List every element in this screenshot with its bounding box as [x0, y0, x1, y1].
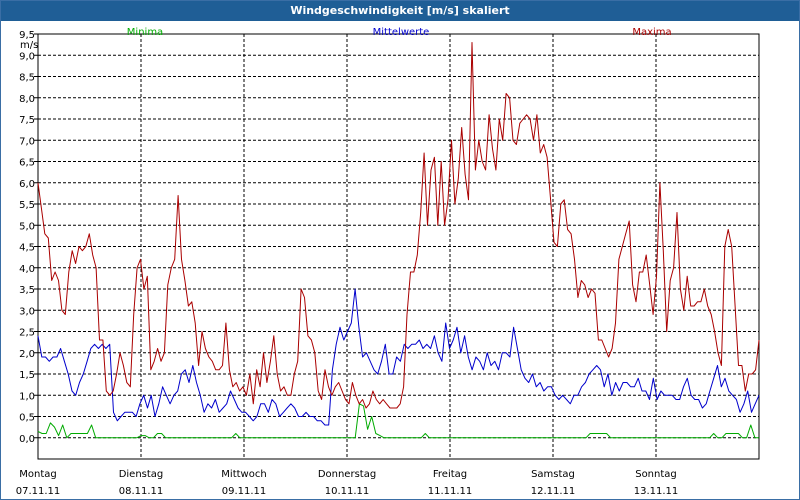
- y-tick-label: 6,5: [19, 158, 35, 169]
- y-tick-label: 2,0: [19, 349, 35, 360]
- x-tick-date: 07.11.11: [16, 486, 61, 497]
- y-tick-label: 6,0: [19, 179, 35, 190]
- y-tick-label: 2,5: [19, 328, 35, 339]
- x-tick-day: Mittwoch: [221, 469, 266, 480]
- x-tick-day: Freitag: [433, 469, 467, 480]
- y-tick-label: 3,5: [19, 285, 35, 296]
- series-line-mittelwerte: [37, 288, 760, 426]
- wind-speed-chart: 0,0 0,5 1,0 1,5 2,0 2,5 3,0 3,5 4,0 4,5 5,0 5,5 6,0 6…: [16, 27, 760, 497]
- x-tick-date: 12.11.11: [531, 486, 576, 497]
- series: [37, 42, 760, 439]
- legend-mittelwerte: Mittelwerte: [373, 27, 430, 38]
- x-tick-day: Dienstag: [119, 469, 164, 480]
- x-tick-date: 09.11.11: [222, 486, 267, 497]
- y-tick-label: 1,0: [19, 391, 35, 402]
- y-tick-label: 8,5: [19, 73, 35, 84]
- y-tick-label: 5,5: [19, 200, 35, 211]
- x-tick-date: 13.11.11: [634, 486, 679, 497]
- y-tick-label: 8,0: [19, 94, 35, 105]
- y-tick-label: 5,0: [19, 221, 35, 232]
- y-tick-label: 4,0: [19, 264, 35, 275]
- y-tick-label: 0,5: [19, 413, 35, 424]
- y-tick-label: 9,0: [19, 51, 35, 62]
- x-tick-day: Donnerstag: [318, 469, 376, 480]
- y-tick-label: 0,0: [19, 434, 35, 445]
- y-tick-label: 7,5: [19, 115, 35, 126]
- x-tick-date: 10.11.11: [325, 486, 370, 497]
- y-tick-label: 3,0: [19, 306, 35, 317]
- series-line-minima: [37, 403, 759, 439]
- y-tick-label: 1,5: [19, 370, 35, 381]
- legend-minima: Minima: [127, 27, 163, 38]
- x-tick-date: 11.11.11: [428, 486, 473, 497]
- legend-maxima: Maxima: [632, 27, 671, 38]
- x-tick-day: Sonntag: [635, 469, 677, 480]
- grid: [38, 33, 759, 459]
- x-tick-date: 08.11.11: [119, 486, 164, 497]
- x-tick-day: Samstag: [531, 469, 575, 480]
- y-axis-label: m/s: [20, 40, 38, 51]
- y-tick-label: 4,5: [19, 243, 35, 254]
- y-tick-label: 7,0: [19, 136, 35, 147]
- x-tick-day: Montag: [19, 469, 56, 480]
